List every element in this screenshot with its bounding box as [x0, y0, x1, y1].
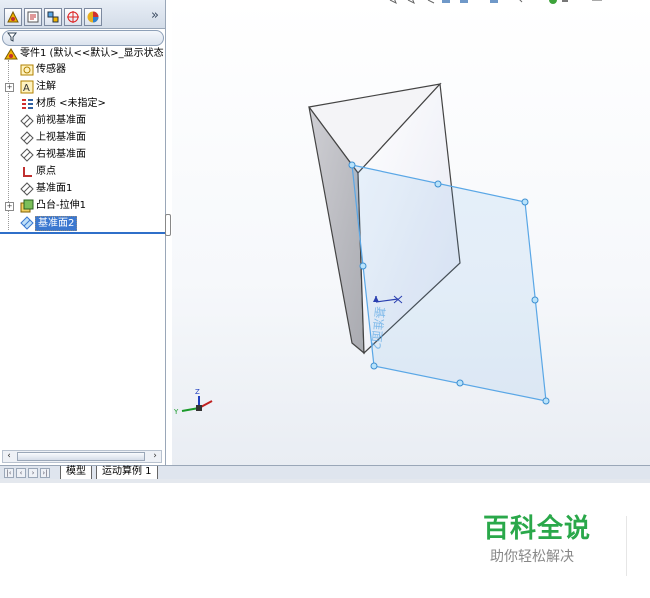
- extrude-icon: [20, 199, 34, 213]
- heads-up-toolbar[interactable]: [389, 0, 602, 5]
- axis-triad: Z Y: [173, 388, 213, 416]
- property-manager-tab-icon: [27, 11, 39, 23]
- dimxpert-tab-icon: [67, 11, 79, 23]
- plane-icon: [20, 182, 34, 196]
- svg-text:A: A: [23, 83, 30, 94]
- material-icon: [22, 99, 33, 109]
- tab-motion-study[interactable]: 运动算例 1: [96, 466, 158, 480]
- plane-icon: [20, 148, 34, 162]
- watermark-title: 百科全说: [483, 514, 592, 544]
- expand-toggle[interactable]: +: [5, 202, 14, 211]
- dimxpert-tab[interactable]: [64, 8, 82, 26]
- plane-icon: [20, 216, 34, 230]
- tree-item-label: 传感器: [36, 64, 66, 75]
- scroll-right-icon[interactable]: ›: [149, 451, 161, 462]
- tree-item-label: 右视基准面: [36, 149, 86, 160]
- part-icon: [4, 48, 18, 60]
- feature-manager-panel: » 零件1 (默认<<默认>_显示状态 传感器 + A 注解 材质 <未指定> …: [0, 0, 166, 480]
- feature-manager-tab-icon: [7, 10, 19, 23]
- watermark-divider: [626, 516, 627, 576]
- more-tabs-button[interactable]: »: [151, 8, 159, 23]
- feature-manager-tabs: »: [0, 0, 165, 29]
- bottom-tab-bar: |‹ ‹ › ›| 模型 运动算例 1: [0, 465, 650, 480]
- panel-splitter-handle[interactable]: [165, 214, 171, 236]
- graphics-viewport[interactable]: 基准面2 Z Y: [172, 0, 650, 465]
- display-manager-tab[interactable]: [84, 8, 102, 26]
- scrollbar-thumb[interactable]: [17, 452, 145, 461]
- watermark-subtitle: 助你轻松解决: [490, 549, 574, 565]
- feature-manager-tab[interactable]: [4, 8, 22, 26]
- tree-root-label: 零件1 (默认<<默认>_显示状态: [20, 48, 164, 59]
- solidworks-window: » 零件1 (默认<<默认>_显示状态 传感器 + A 注解 材质 <未指定> …: [0, 0, 650, 483]
- origin-icon: [23, 167, 32, 177]
- plane2-preview[interactable]: [348, 161, 550, 405]
- tree-item-label: 原点: [36, 166, 56, 177]
- tree-filter-input[interactable]: [2, 30, 164, 46]
- configuration-manager-tab[interactable]: [44, 8, 62, 26]
- plane-icon: [20, 114, 34, 128]
- sensor-icon: [20, 64, 34, 76]
- annotation-icon: A: [20, 80, 34, 94]
- prev-tab-icon[interactable]: ‹: [16, 468, 26, 478]
- configuration-manager-tab-icon: [47, 11, 59, 23]
- filter-icon: [7, 32, 17, 42]
- first-tab-icon[interactable]: |‹: [4, 468, 14, 478]
- triad-y-label: Y: [173, 408, 179, 416]
- expand-toggle[interactable]: +: [5, 83, 14, 92]
- display-manager-tab-icon: [87, 11, 99, 23]
- tab-model[interactable]: 模型: [60, 466, 92, 480]
- next-tab-icon[interactable]: ›: [28, 468, 38, 478]
- tree-item-label: 基准面1: [36, 183, 73, 194]
- triad-z-label: Z: [195, 388, 200, 396]
- tree-item-label: 凸台-拉伸1: [36, 200, 86, 211]
- property-manager-tab[interactable]: [24, 8, 42, 26]
- last-tab-icon[interactable]: ›|: [40, 468, 50, 478]
- plane-icon: [20, 131, 34, 145]
- model-scene: 基准面2 Z Y: [173, 0, 602, 416]
- scroll-left-icon[interactable]: ‹: [3, 451, 15, 462]
- horizontal-scrollbar[interactable]: ‹ ›: [2, 450, 162, 463]
- tree-item-label: 上视基准面: [36, 132, 86, 143]
- tree-item-label-selected: 基准面2: [35, 216, 78, 231]
- tree-item-label: 前视基准面: [36, 115, 86, 126]
- rollback-bar[interactable]: [0, 232, 165, 234]
- status-bar: [0, 479, 650, 483]
- tree-item-label: 注解: [36, 81, 56, 92]
- tree-item-label: 材质 <未指定>: [36, 98, 106, 109]
